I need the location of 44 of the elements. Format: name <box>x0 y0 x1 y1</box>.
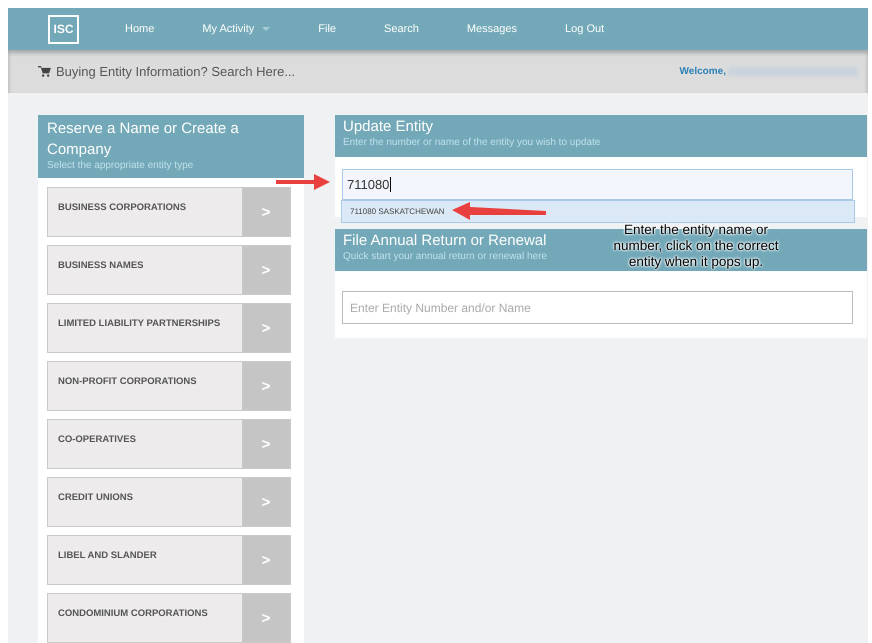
nav-link[interactable]: Home <box>125 23 154 35</box>
search-link[interactable]: Buying Entity Information? Search Here... <box>56 64 296 79</box>
entity-type-button[interactable]: CREDIT UNIONS > <box>47 477 291 527</box>
entity-type-label: LIMITED LIABILITY PARTNERSHIPS <box>57 317 222 331</box>
entity-type-button[interactable]: LIBEL AND SLANDER > <box>47 535 291 585</box>
entity-type-button[interactable]: LIMITED LIABILITY PARTNERSHIPS > <box>47 303 291 353</box>
chevron-button[interactable]: > <box>242 536 290 584</box>
entity-type-button[interactable]: CONDOMINIUM CORPORATIONS > <box>47 593 291 643</box>
nav-link[interactable]: Search <box>384 23 419 35</box>
chevron-button[interactable]: > <box>242 594 290 642</box>
nav-link[interactable]: Messages <box>466 23 518 35</box>
entity-input-field[interactable]: Enter Entity Number and/or Name <box>342 291 853 324</box>
panel-subtitle: Enter the number or name of the entity you wish to update <box>343 137 600 148</box>
chevron-button[interactable]: > <box>242 304 290 352</box>
entity-type-label: BUSINESS NAMES <box>57 259 145 273</box>
chevron-button[interactable]: > <box>242 420 290 468</box>
annotation-arrow <box>276 174 330 190</box>
entity-type-label: CO-OPERATIVES <box>57 433 137 447</box>
entity-type-label: BUSINESS CORPORATIONS <box>57 201 188 215</box>
entity-type-button[interactable]: BUSINESS NAMES > <box>47 245 291 295</box>
nav-link[interactable]: Log Out <box>565 23 604 35</box>
entity-type-label: LIBEL AND SLANDER <box>57 549 158 563</box>
entity-type-label: NON-PROFIT CORPORATIONS <box>57 375 198 389</box>
chevron-button[interactable]: > <box>242 362 290 410</box>
entity-type-label: CONDOMINIUM CORPORATIONS <box>57 607 209 621</box>
welcome-text: Welcome, <box>680 66 726 77</box>
entity-type-label: CREDIT UNIONS <box>57 491 134 505</box>
nav-link[interactable]: My Activity <box>202 23 270 35</box>
panel-title: File Annual Return or Renewal <box>343 231 546 251</box>
nav-link[interactable]: File <box>318 23 336 35</box>
suggestion-item[interactable]: 711080 SASKATCHEWAN <box>341 200 855 223</box>
chevron-button[interactable]: > <box>242 246 290 294</box>
panel-subtitle: Select the appropriate entity type <box>47 160 194 171</box>
entity-type-button[interactable]: BUSINESS CORPORATIONS > <box>47 187 291 237</box>
entity-type-button[interactable]: CO-OPERATIVES > <box>47 419 291 469</box>
entity-input-field[interactable]: 711080 <box>342 169 853 200</box>
chevron-button[interactable]: > <box>242 188 290 236</box>
cart-icon <box>38 66 51 77</box>
entity-type-button[interactable]: NON-PROFIT CORPORATIONS > <box>47 361 291 411</box>
panel-title: Update Entity <box>343 117 434 137</box>
logo[interactable]: ISC <box>48 14 79 44</box>
chevron-button[interactable]: > <box>242 478 290 526</box>
panel-title: Reserve a Name or Create a Company <box>47 119 240 160</box>
panel-subtitle: Quick start your annual return or renewal here <box>343 251 547 262</box>
